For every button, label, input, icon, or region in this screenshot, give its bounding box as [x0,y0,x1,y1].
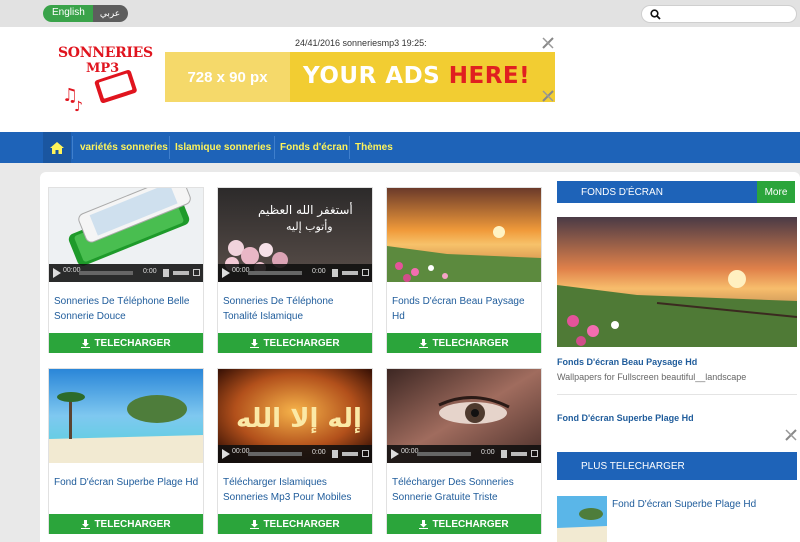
nav-divider [274,136,275,159]
play-icon[interactable] [222,449,230,459]
download-icon [81,338,91,348]
sidebar-fonds-heading: FONDS D'ÉCRAN [557,181,757,203]
player-time: 00:00 [232,267,250,274]
download-icon [81,519,91,529]
nav-item-varietes[interactable]: variétés sonneries [80,132,168,163]
download-button[interactable]: TELECHARGER [218,514,372,534]
site-header: SONNERIES MP3 ♫ ♪ 24/41/2016 sonneriesmp… [0,27,800,132]
sidebar-plus-heading: PLUS TELECHARGER [557,452,797,480]
audio-player[interactable]: 00:00 0:00 [218,264,372,282]
divider [557,394,797,395]
svg-text:♪: ♪ [74,99,83,115]
nav-item-islamique[interactable]: Islamique sonneries [175,132,271,163]
fullscreen-icon[interactable] [193,269,200,276]
fullscreen-icon[interactable] [362,269,369,276]
download-button[interactable]: TELECHARGER [218,333,372,353]
card-title[interactable]: Sonneries De Téléphone Tonalité Islamiqu… [223,294,369,324]
player-time: 00:00 [401,448,419,455]
datetime-text: 24/41/2016 sonneriesmp3 19:25: [295,38,427,48]
nav-item-fonds[interactable]: Fonds d'écran [280,132,348,163]
card-title[interactable]: Sonneries De Téléphone Belle Sonnerie Do… [54,294,200,324]
main-nav: variétés sonneries Islamique sonneries F… [0,132,800,163]
audio-player[interactable]: 00:00 0:00 [218,445,372,463]
wrench-icon[interactable] [541,89,555,103]
phone-music-icon: ♫ ♪ [62,70,137,115]
download-icon [419,519,429,529]
download-icon [419,338,429,348]
nav-divider [169,136,170,159]
card-thumbnail[interactable] [387,188,541,282]
download-icon [250,519,260,529]
player-time: 00:00 [232,448,250,455]
language-switch: English عربي [43,5,129,22]
volume-slider[interactable] [173,271,189,275]
audio-player[interactable]: 00:00 0:00 [387,445,541,463]
ad-message: YOUR ADS HERE! [303,63,531,89]
wallpaper-link[interactable]: Fond D'écran Superbe Plage Hd [557,413,694,423]
play-icon[interactable] [222,268,230,278]
volume-icon[interactable] [501,450,507,458]
featured-wallpaper-title[interactable]: Fonds D'écran Beau Paysage Hd [557,357,697,367]
card-title[interactable]: Télécharger Islamiques Sonneries Mp3 Pou… [223,475,369,505]
content-card: Fond D'écran Superbe Plage Hd TELECHARGE… [48,368,204,534]
progress-bar[interactable] [79,271,133,275]
plus-item-thumbnail[interactable] [557,496,607,542]
play-icon[interactable] [391,449,399,459]
plus-item-title[interactable]: Fond D'écran Superbe Plage Hd [612,499,756,510]
featured-wallpaper-description: Wallpapers for Fullscreen beautiful__lan… [557,372,747,382]
nav-home-button[interactable] [43,132,71,163]
volume-slider[interactable] [511,452,527,456]
content-card: 00:00 0:00 Sonneries De Téléphone Belle … [48,187,204,353]
card-title[interactable]: Fonds D'écran Beau Paysage Hd [392,294,538,324]
player-duration: 0:00 [143,268,157,275]
svg-text:أستغفر الله العظيم: أستغفر الله العظيم [258,202,353,218]
download-button[interactable]: TELECHARGER [387,333,541,353]
audio-player[interactable]: 00:00 0:00 [49,264,203,282]
download-button[interactable]: TELECHARGER [387,514,541,534]
wrench-icon[interactable] [784,428,798,442]
nav-item-themes[interactable]: Thèmes [355,132,393,163]
nav-divider [72,136,73,159]
card-thumbnail[interactable] [49,369,203,463]
fullscreen-icon[interactable] [362,450,369,457]
lang-arabic-button[interactable]: عربي [92,5,129,22]
content-card: 00:00 0:00 Télécharger Des Sonneries Son… [386,368,542,534]
progress-bar[interactable] [248,452,302,456]
site-logo[interactable]: SONNERIES MP3 ♫ ♪ [56,43,156,123]
search-icon[interactable] [650,9,661,20]
content-card: أستغفر الله العظيم وأتوب إليه 00:00 0:00… [217,187,373,353]
featured-wallpaper-image[interactable] [557,217,797,347]
search-input[interactable] [641,5,797,23]
lang-english-button[interactable]: English [43,5,93,22]
player-duration: 0:00 [481,449,495,456]
play-icon[interactable] [53,268,61,278]
top-bar: English عربي [0,0,800,27]
player-time: 00:00 [63,267,81,274]
content-card: Fonds D'écran Beau Paysage Hd TELECHARGE… [386,187,542,353]
download-icon [250,338,260,348]
progress-bar[interactable] [417,452,471,456]
card-title[interactable]: Fond D'écran Superbe Plage Hd [54,475,200,490]
volume-icon[interactable] [332,450,338,458]
content-card: لا إله إلا الله 00:00 0:00 Télécharger I… [217,368,373,534]
home-icon [50,141,64,154]
progress-bar[interactable] [248,271,302,275]
download-button[interactable]: TELECHARGER [49,333,203,353]
ad-banner[interactable]: 728 x 90 px YOUR ADS HERE! [165,52,555,102]
volume-slider[interactable] [342,271,358,275]
player-duration: 0:00 [312,268,326,275]
more-button[interactable]: More [757,181,795,203]
wrench-icon[interactable] [541,36,555,50]
ad-size-label: 728 x 90 px [165,52,290,102]
svg-text:لا إله إلا الله: لا إله إلا الله [236,404,372,434]
volume-icon[interactable] [332,269,338,277]
fullscreen-icon[interactable] [531,450,538,457]
volume-slider[interactable] [342,452,358,456]
svg-text:وأتوب إليه: وأتوب إليه [286,219,333,233]
download-button[interactable]: TELECHARGER [49,514,203,534]
card-title[interactable]: Télécharger Des Sonneries Sonnerie Gratu… [392,475,538,505]
nav-divider [349,136,350,159]
volume-icon[interactable] [163,269,169,277]
player-duration: 0:00 [312,449,326,456]
